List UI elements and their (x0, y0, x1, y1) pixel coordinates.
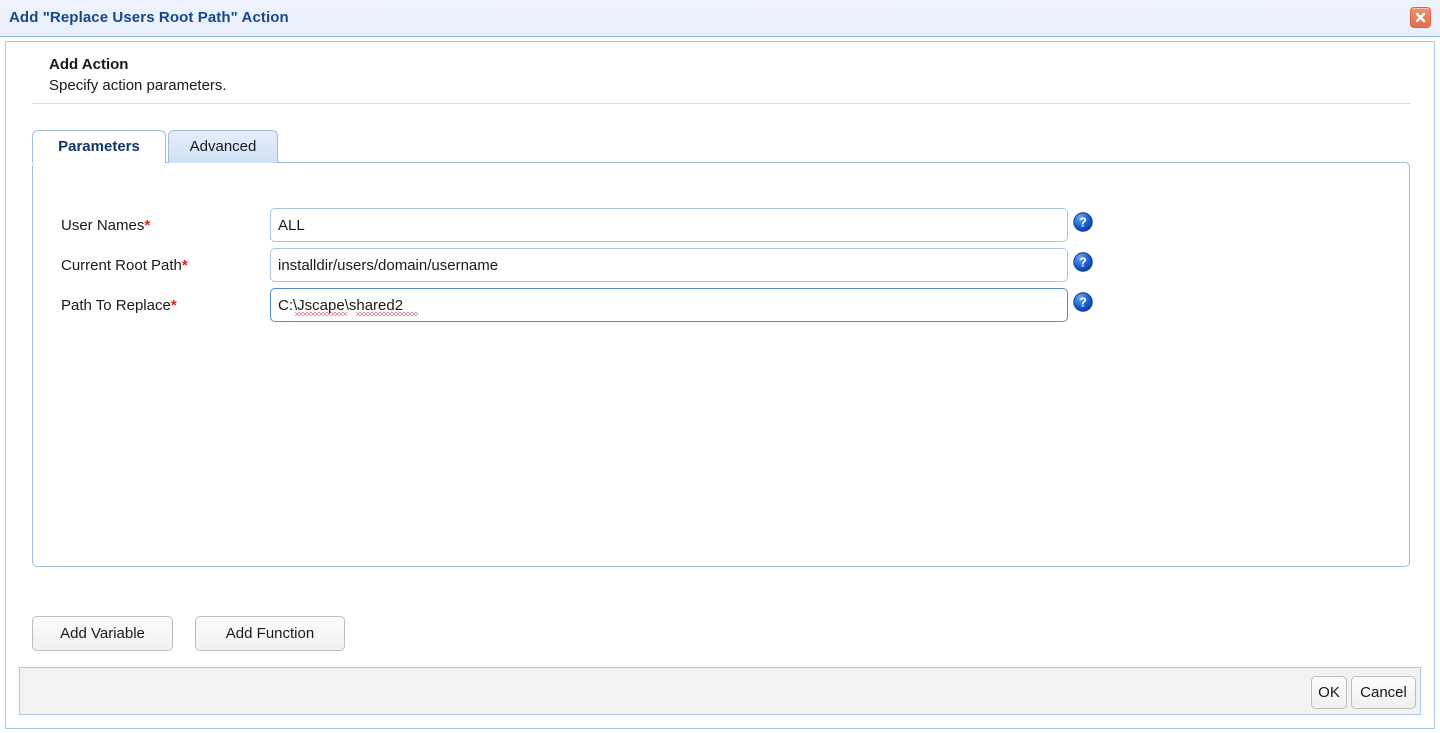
label-path-to-replace-text: Path To Replace (61, 297, 171, 314)
svg-text:?: ? (1079, 216, 1087, 230)
dialog-footer: OK Cancel (19, 667, 1421, 715)
label-current-root-path-text: Current Root Path (61, 257, 182, 274)
label-user-names-text: User Names (61, 217, 144, 234)
dialog-titlebar: Add "Replace Users Root Path" Action (0, 0, 1440, 37)
close-icon (1414, 11, 1427, 24)
close-button[interactable] (1410, 7, 1431, 28)
add-function-button[interactable]: Add Function (195, 616, 345, 651)
required-marker: * (144, 217, 150, 234)
label-current-root-path: Current Root Path* (61, 257, 188, 274)
label-path-to-replace: Path To Replace* (61, 297, 177, 314)
cancel-button[interactable]: Cancel (1351, 676, 1416, 709)
page-subtitle: Specify action parameters. (49, 77, 227, 94)
tab-advanced[interactable]: Advanced (168, 130, 278, 163)
form-row-user-names: User Names* ? (33, 208, 1409, 248)
tab-advanced-label: Advanced (190, 138, 257, 155)
parameters-panel: User Names* ? Current Root Path* (32, 162, 1410, 567)
ok-button[interactable]: OK (1311, 676, 1347, 709)
dialog-title: Add "Replace Users Root Path" Action (9, 9, 289, 26)
help-icon-user-names[interactable]: ? (1073, 212, 1093, 232)
required-marker: * (171, 297, 177, 314)
tab-parameters[interactable]: Parameters (32, 130, 166, 163)
form-row-path-to-replace: Path To Replace* ? (33, 288, 1409, 328)
help-icon-path-to-replace[interactable]: ? (1073, 292, 1093, 312)
dialog-window: Add "Replace Users Root Path" Action Add… (0, 0, 1440, 733)
required-marker: * (182, 257, 188, 274)
path-to-replace-input[interactable] (270, 288, 1068, 322)
form-row-current-root-path: Current Root Path* ? (33, 248, 1409, 288)
tab-parameters-label: Parameters (58, 138, 140, 155)
dialog-body: Add Action Specify action parameters. Pa… (5, 41, 1435, 729)
dialog-header: Add Action Specify action parameters. (6, 42, 1434, 104)
header-divider (32, 103, 1410, 104)
user-names-input[interactable] (270, 208, 1068, 242)
tab-strip: Parameters Advanced (32, 130, 1410, 163)
page-title: Add Action (49, 56, 128, 73)
svg-text:?: ? (1079, 296, 1087, 310)
tab-active-notch (33, 161, 165, 164)
help-icon-current-root-path[interactable]: ? (1073, 252, 1093, 272)
label-user-names: User Names* (61, 217, 150, 234)
add-variable-button[interactable]: Add Variable (32, 616, 173, 651)
svg-text:?: ? (1079, 256, 1087, 270)
current-root-path-input[interactable] (270, 248, 1068, 282)
